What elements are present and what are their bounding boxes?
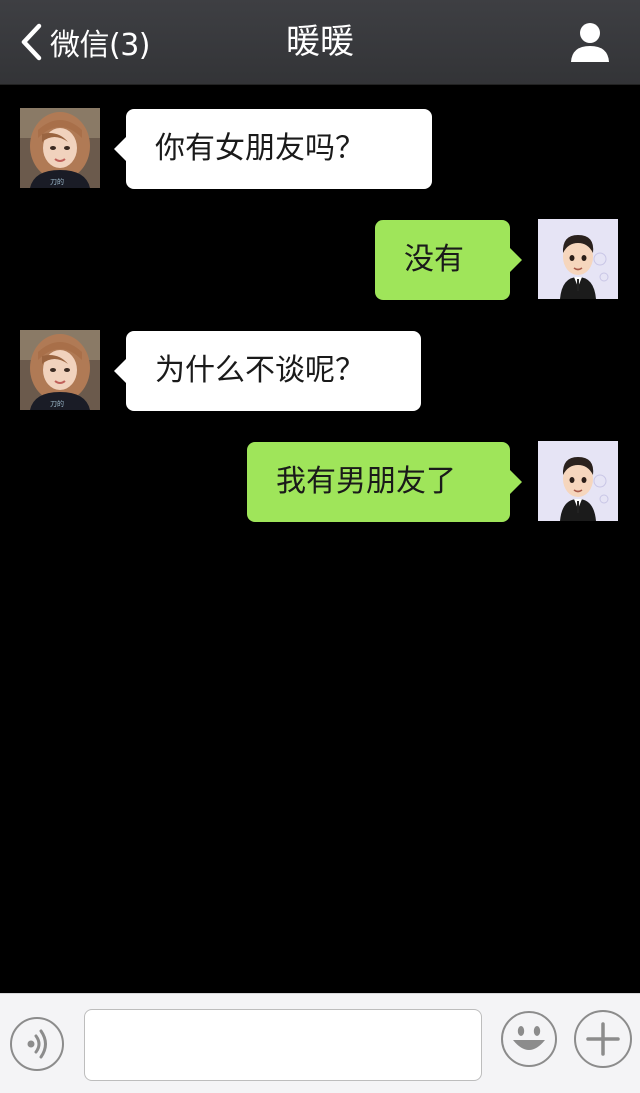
- contact-avatar[interactable]: [20, 108, 100, 188]
- voice-icon: [27, 1029, 47, 1059]
- message-list[interactable]: 你有女朋友吗？ 没有 为什么不谈呢？ 我有男朋友了: [0, 85, 640, 993]
- back-label: 微信(3): [50, 28, 151, 63]
- message-bubble[interactable]: 没有: [375, 220, 522, 300]
- message-bubble[interactable]: 我有男朋友了: [247, 442, 522, 522]
- chevron-left-icon: [21, 23, 42, 61]
- profile-button[interactable]: [568, 20, 612, 64]
- message-bubble[interactable]: 为什么不谈呢？: [114, 331, 421, 411]
- plus-icon: [586, 1022, 620, 1056]
- voice-button[interactable]: [10, 1017, 64, 1071]
- input-bar: [0, 993, 640, 1093]
- contact-avatar[interactable]: [20, 330, 100, 410]
- message-bubble[interactable]: 你有女朋友吗？: [114, 109, 432, 189]
- chat-screen: 微信(3) 暖暖 你有女朋友吗？ 没有 为什么不谈呢？ 我有男朋友了: [0, 0, 640, 1093]
- my-avatar[interactable]: [538, 219, 618, 299]
- message-input[interactable]: [84, 1009, 482, 1081]
- emoji-icon: [501, 1011, 557, 1067]
- person-icon: [571, 23, 609, 62]
- my-avatar[interactable]: [538, 441, 618, 521]
- navigation-bar: 微信(3) 暖暖: [0, 0, 640, 85]
- emoji-button[interactable]: [500, 1010, 558, 1068]
- more-button[interactable]: [574, 1010, 632, 1068]
- back-button[interactable]: 微信(3): [18, 20, 151, 64]
